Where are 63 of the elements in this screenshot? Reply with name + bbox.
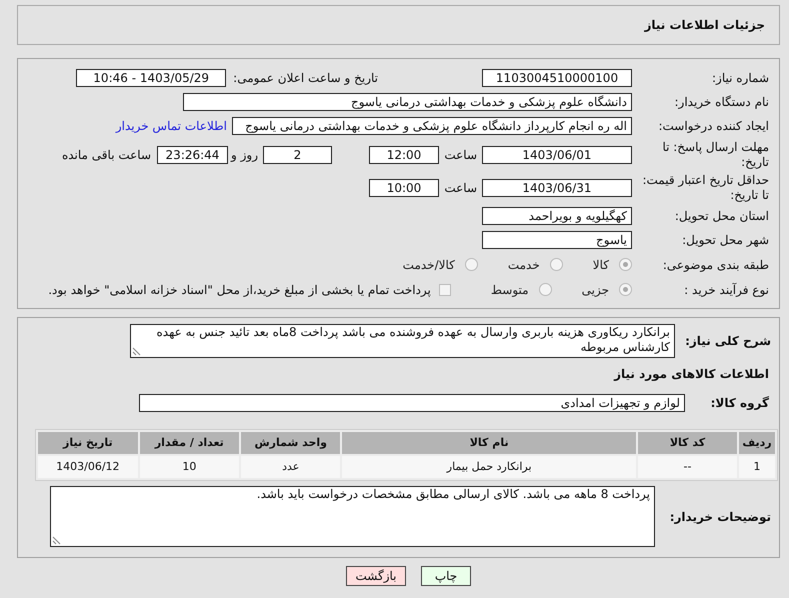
field-label: ساعت (443, 180, 478, 196)
field-label: استان محل تحویل: (674, 208, 770, 225)
column-header: تعداد / مقدار (140, 432, 239, 454)
field-label: تاریخ و ساعت اعلان عمومی: (233, 70, 378, 87)
field-label: شرح کلی نیاز: (684, 333, 772, 350)
field-label: حداقل تاریخ اعتبار قیمت: تا تاریخ: (641, 172, 770, 202)
back-button[interactable]: بازگشت (346, 566, 406, 586)
field-label: نوع فرآیند خرید : (683, 282, 770, 298)
radio-button[interactable] (550, 258, 563, 271)
radio-button[interactable] (619, 258, 632, 271)
radio-label: خدمت (508, 256, 540, 274)
resize-grip-icon[interactable] (52, 536, 61, 545)
radio-label: جزیی (582, 282, 609, 298)
table-cell: برانکارد حمل بیمار (342, 456, 636, 478)
value-field: 1103004510000100 (482, 69, 632, 87)
field-label: طبقه بندی موضوعی: (662, 256, 770, 274)
column-header: کد کالا (638, 432, 738, 454)
value-field: 2 (263, 146, 332, 164)
column-header: تاریخ نیاز (38, 432, 138, 454)
value-field: لوازم و تجهیزات امدادی (139, 394, 685, 412)
page-title: جزئیات اطلاعات نیاز (644, 17, 765, 34)
field-label: روز و (230, 146, 259, 164)
radio-button[interactable] (619, 283, 632, 296)
checkbox[interactable] (438, 284, 451, 296)
value-field: 1403/06/31 (482, 178, 632, 196)
resize-grip-icon[interactable] (132, 347, 141, 356)
field-label: ساعت باقی مانده (62, 146, 151, 164)
table-cell: 10 (140, 456, 239, 478)
field-label: شهر محل تحویل: (681, 232, 770, 249)
print-button[interactable]: چاپ (421, 566, 471, 586)
column-header: ردیف (739, 432, 775, 454)
section-heading: اطلاعات کالاهای مورد نیاز (612, 366, 770, 383)
text-area: پرداخت 8 ماهه می باشد. کالای ارسالی مطابق مشخصات درخواست باید باشد. (50, 486, 655, 547)
field-label: ساعت (443, 146, 478, 164)
checkbox-label: پرداخت تمام یا بخشی از مبلغ خرید،از محل "اسناد خزانه اسلامی" خواهد بود. (48, 282, 431, 298)
radio-button[interactable] (538, 283, 552, 296)
radio-label: کالا (592, 256, 609, 274)
value-field: اله ره انجام کارپرداز دانشگاه علوم پزشکی و خدمات بهداشتی درمانی یاسوج (232, 117, 632, 135)
radio-label: کالا/خدمت (402, 256, 455, 274)
field-label: ایجاد کننده درخواست: (657, 118, 770, 135)
value-field: 23:26:44 (157, 146, 228, 164)
table-cell: 1 (739, 456, 775, 478)
field-label: گروه کالا: (710, 395, 770, 412)
field-label: توضیحات خریدار: (668, 508, 772, 526)
table-cell: 1403/06/12 (38, 456, 138, 478)
value-field: کهگیلویه و بویراحمد (482, 207, 632, 225)
radio-label: متوسط (490, 282, 529, 298)
column-header: واحد شمارش (241, 432, 340, 454)
field-label: نام دستگاه خریدار: (674, 94, 770, 111)
value-field: 12:00 (369, 146, 439, 164)
contact-link[interactable]: اطلاعات تماس خریدار (116, 117, 227, 135)
radio-button[interactable] (464, 258, 478, 271)
value-field: یاسوج (482, 231, 632, 249)
text-area: برانکارد ریکاوری هزینه باربری وارسال به عهده فروشنده می باشد پرداخت 8ماه بعد تائید جنس به عهده کارشناس مربوطه (130, 324, 675, 358)
field-label: مهلت ارسال پاسخ: تا تاریخ: (661, 140, 770, 170)
table-cell: عدد (241, 456, 340, 478)
value-field: 10:00 (369, 178, 439, 196)
value-field: 1403/06/01 (482, 146, 632, 164)
column-header: نام کالا (342, 432, 636, 454)
field-label: شماره نیاز: (711, 70, 770, 87)
value-field: دانشگاه علوم پزشکی و خدمات بهداشتی درمانی یاسوج (183, 93, 632, 111)
table-cell: -- (638, 456, 738, 478)
value-field: 1403/05/29 - 10:46 (76, 69, 226, 87)
